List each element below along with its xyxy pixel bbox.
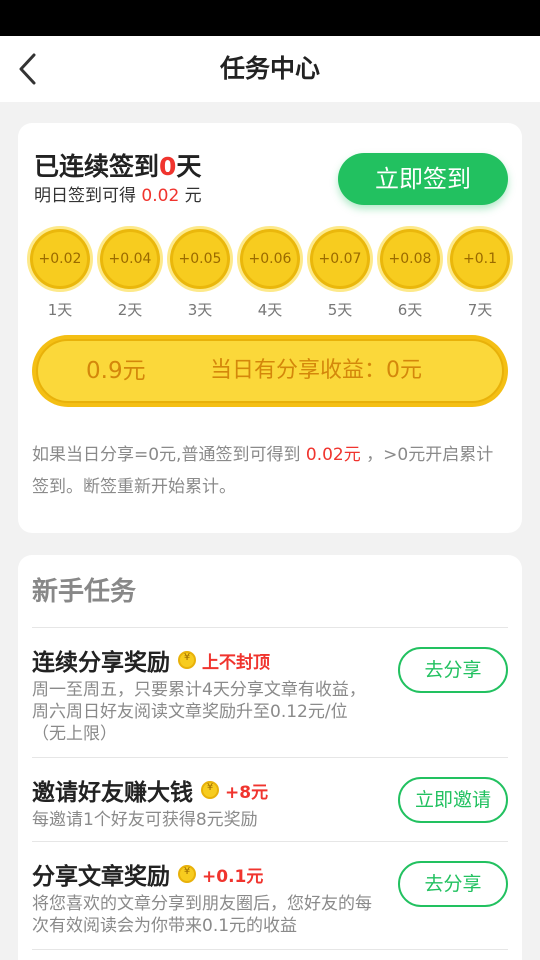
task-name-line: 分享文章奖励 +0.1元 [32, 857, 263, 891]
coin-icon: +0.06 [237, 226, 303, 292]
streak-suffix: 天 [176, 152, 202, 181]
task-reward: 上不封顶 [202, 652, 270, 673]
coin-icon: +0.02 [27, 226, 93, 292]
sign-in-button[interactable]: 立即签到 [338, 153, 508, 205]
coin-day-5: +0.07 5天 [307, 226, 373, 326]
coin-day-1: +0.02 1天 [27, 226, 93, 326]
task-description: 将您喜欢的文章分享到朋友圈后，您好友的每次有效阅读会为你带来0.1元的收益 [32, 894, 372, 936]
coin-icon [178, 865, 196, 883]
coin-day-label: 2天 [117, 301, 143, 319]
status-bar [0, 0, 540, 36]
divider [32, 627, 508, 628]
coin-icon: +0.04 [97, 226, 163, 292]
coin-icon: +0.07 [307, 226, 373, 292]
earnings-banner-inner: 0.9元 当日有分享收益：0元 [36, 339, 504, 403]
tomorrow-reward: 明日签到可得 0.02 元 [34, 181, 202, 206]
coin-day-6: +0.08 6天 [377, 226, 443, 326]
coin-icon: +0.08 [377, 226, 443, 292]
task-item-share-streak: 连续分享奖励 上不封顶 周一至周五，只要累计4天分享文章有收益，周六周日好友阅读… [32, 643, 508, 753]
coin-day-3: +0.05 3天 [167, 226, 233, 326]
streak-prefix: 已连续签到 [34, 152, 160, 181]
task-name-line: 邀请好友赚大钱 +8元 [32, 773, 268, 807]
coin-day-label: 3天 [187, 301, 213, 319]
coin-day-label: 1天 [47, 301, 73, 319]
coin-icon: +0.1 [447, 226, 513, 292]
task-name: 邀请好友赚大钱 [32, 780, 193, 806]
divider [32, 757, 508, 758]
task-name: 连续分享奖励 [32, 650, 170, 676]
tomorrow-prefix: 明日签到可得 [34, 186, 136, 206]
coin-icon [201, 781, 219, 799]
note-text-1: 如果当日分享=0元,普通签到可得到 [32, 445, 306, 465]
note-amount: 0.02元 [305, 445, 361, 465]
task-reward: +8元 [225, 782, 269, 803]
earnings-share: 当日有分享收益：0元 [210, 358, 422, 383]
page-title: 任务中心 [219, 54, 320, 83]
task-item-share-article: 分享文章奖励 +0.1元 将您喜欢的文章分享到朋友圈后，您好友的每次有效阅读会为… [32, 857, 508, 947]
coin-day-label: 4天 [257, 301, 283, 319]
share-button[interactable]: 去分享 [398, 647, 508, 693]
coin-day-4: +0.06 4天 [237, 226, 303, 326]
task-reward: +0.1元 [202, 866, 264, 887]
coin-day-2: +0.04 2天 [97, 226, 163, 326]
share-button[interactable]: 去分享 [398, 861, 508, 907]
coin-icon: +0.05 [167, 226, 233, 292]
nav-bar: 任务中心 [0, 36, 540, 102]
coin-day-7: +0.1 7天 [447, 226, 513, 326]
divider [32, 841, 508, 842]
tomorrow-suffix: 元 [184, 186, 202, 206]
streak-heading: 已连续签到0天 [34, 147, 201, 183]
invite-button[interactable]: 立即邀请 [398, 777, 508, 823]
task-description: 每邀请1个好友可获得8元奖励 [32, 810, 258, 830]
coin-row: +0.02 1天 +0.04 2天 +0.05 3天 +0.06 4天 +0.0… [27, 226, 513, 326]
coin-day-label: 6天 [397, 301, 423, 319]
earnings-banner: 0.9元 当日有分享收益：0元 [32, 335, 508, 407]
task-name: 分享文章奖励 [32, 864, 170, 890]
task-item-invite: 邀请好友赚大钱 +8元 每邀请1个好友可获得8元奖励 立即邀请 [32, 773, 508, 843]
task-name-line: 连续分享奖励 上不封顶 [32, 643, 270, 677]
section-title: 新手任务 [32, 577, 137, 607]
tomorrow-amount: 0.02 [141, 186, 180, 206]
signin-card: 已连续签到0天 明日签到可得 0.02 元 立即签到 +0.02 1天 +0.0… [18, 123, 522, 533]
divider [32, 949, 508, 950]
streak-days: 0 [159, 152, 177, 181]
coin-icon [178, 651, 196, 669]
task-description: 周一至周五，只要累计4天分享文章有收益，周六周日好友阅读文章奖励升至0.12元/… [32, 680, 366, 744]
newbie-tasks-card: 新手任务 连续分享奖励 上不封顶 周一至周五，只要累计4天分享文章有收益，周六周… [18, 555, 522, 960]
signin-rules-note: 如果当日分享=0元,普通签到可得到 0.02元 ，>0元开启累计签到。断签重新开… [32, 439, 510, 503]
coin-day-label: 7天 [467, 301, 493, 319]
coin-day-label: 5天 [327, 301, 353, 319]
earnings-total: 0.9元 [86, 358, 146, 384]
